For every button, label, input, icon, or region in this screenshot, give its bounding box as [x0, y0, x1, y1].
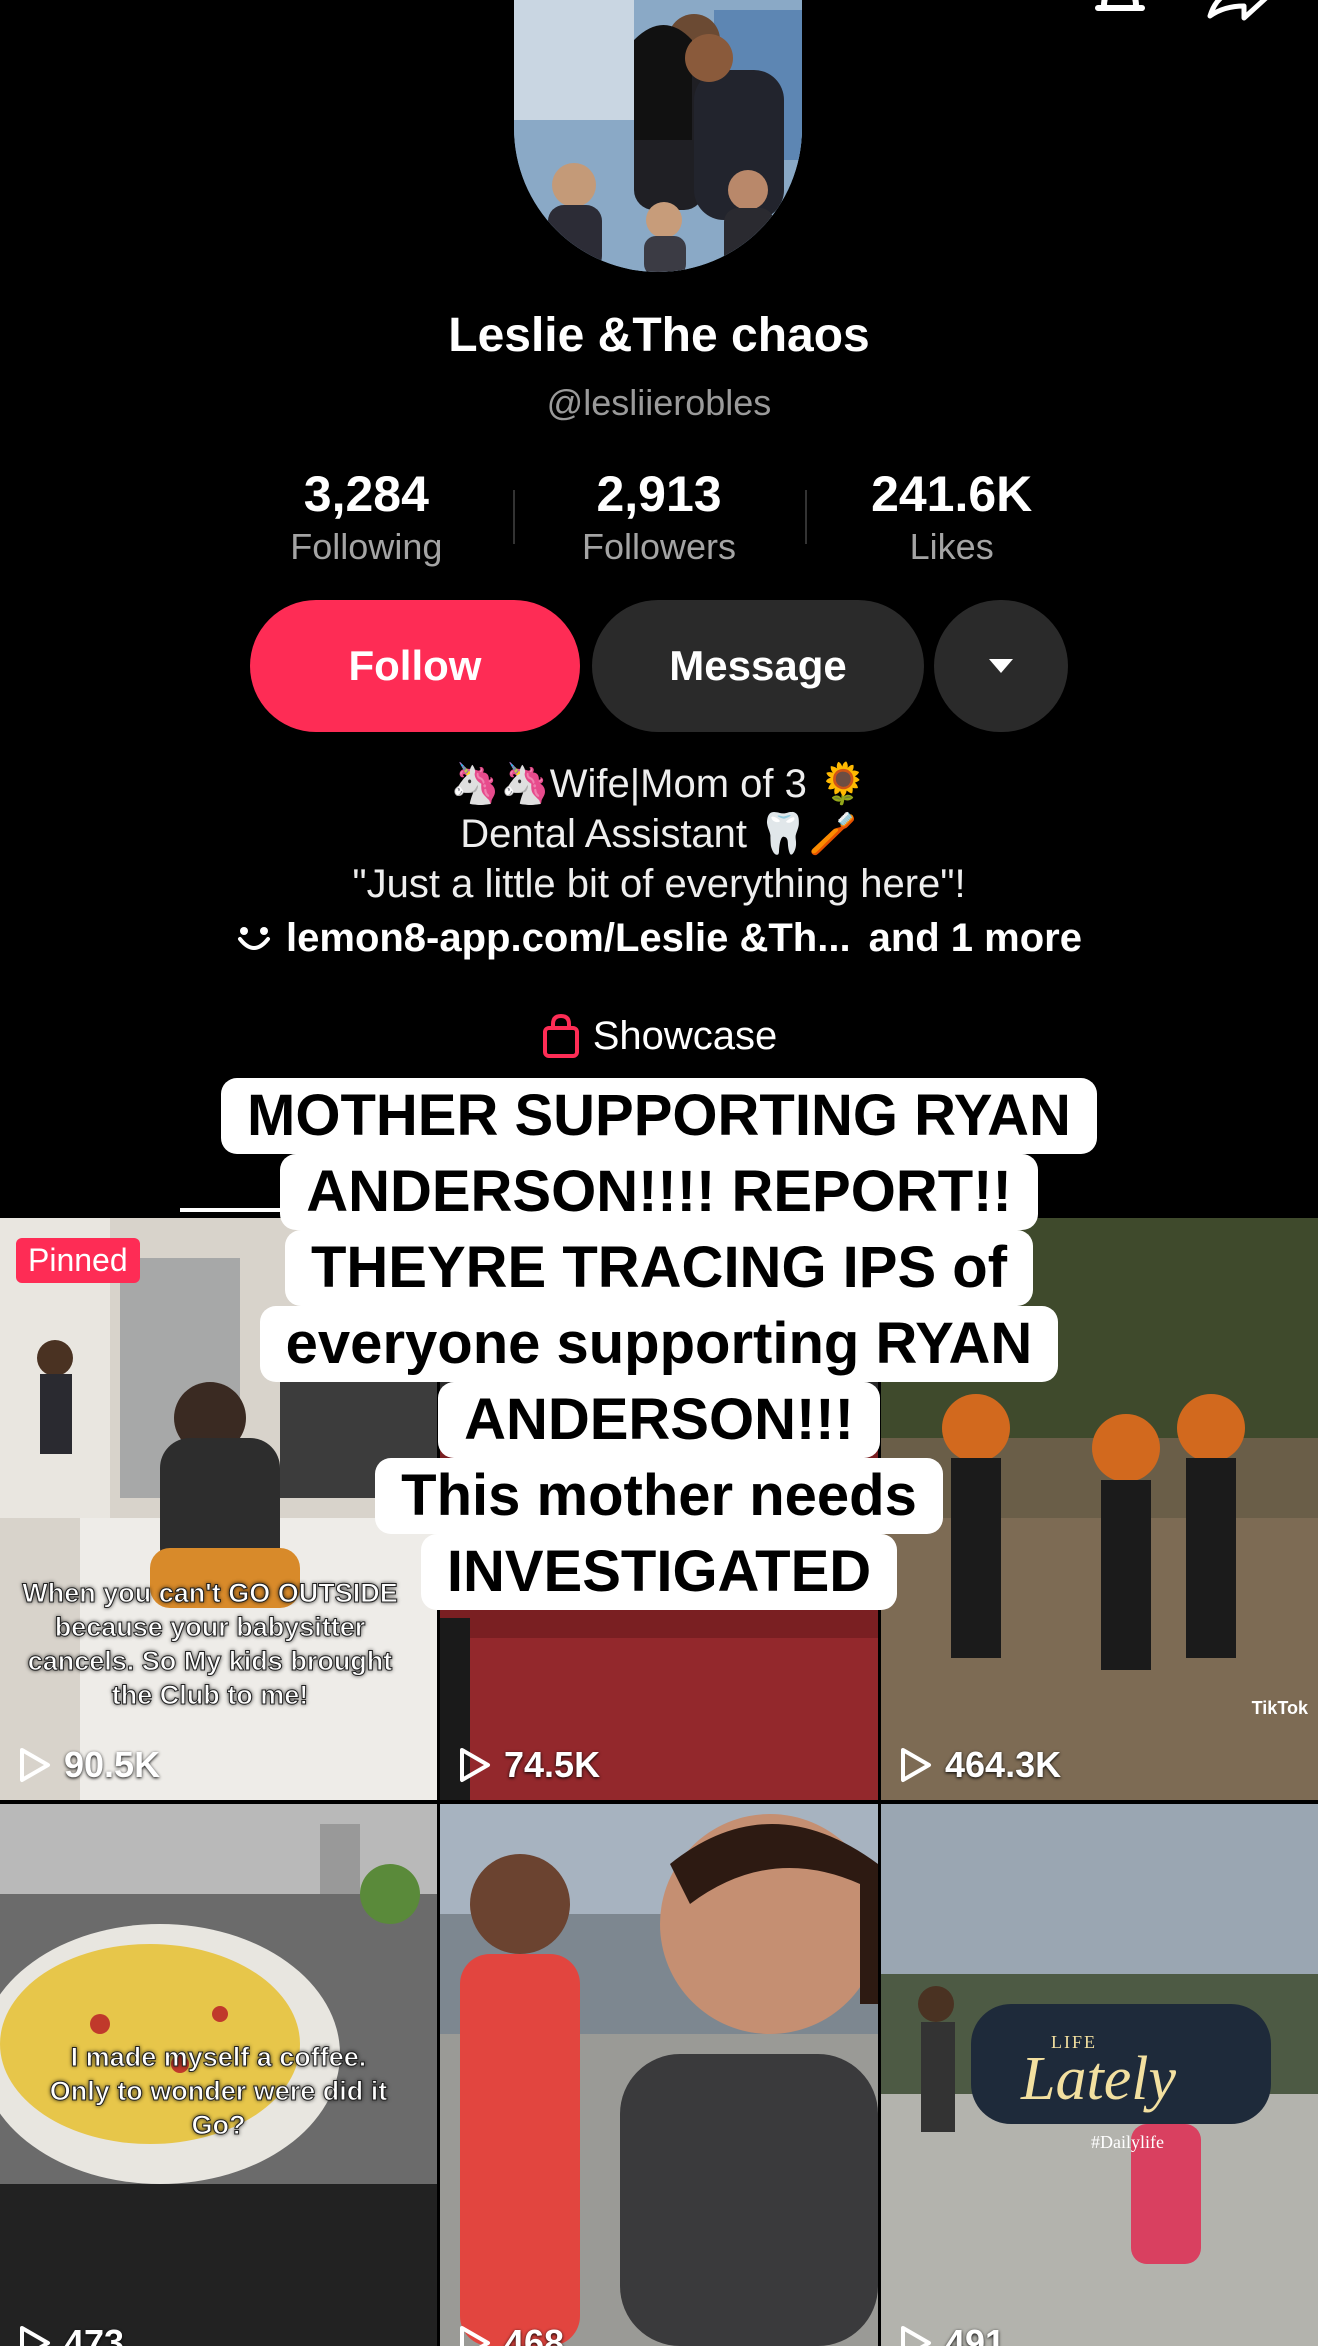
- play-icon: [20, 1748, 50, 1782]
- caret-down-icon: [989, 659, 1013, 673]
- overlay-line: THEYRE TRACING IPS of: [284, 1230, 1034, 1306]
- caption-line: I made myself a coffee.: [70, 2042, 367, 2073]
- view-count: 74.5K: [458, 1744, 600, 1786]
- follow-button[interactable]: Follow: [250, 600, 580, 732]
- overlay-line: ANDERSON!!!! REPORT!!: [280, 1154, 1038, 1230]
- stat-followers[interactable]: 2,913 Followers: [512, 462, 806, 572]
- view-count-value: 464.3K: [945, 1744, 1062, 1785]
- stat-value: 3,284: [303, 466, 429, 522]
- caption-line: the Club to me!: [111, 1680, 309, 1711]
- view-count-value: 473: [64, 2322, 125, 2346]
- view-count-value: 74.5K: [504, 1744, 601, 1785]
- video-tile[interactable]: LIFE Lately #Dailylife 491: [881, 1804, 1318, 2346]
- profile-name: Leslie &The chaos: [448, 309, 870, 362]
- profile-handle: @lesliierobles: [546, 382, 772, 423]
- bio-line-3: "Just a little bit of everything here"!: [352, 862, 966, 906]
- play-icon: [901, 1748, 931, 1782]
- overlay-line: INVESTIGATED: [420, 1534, 898, 1610]
- play-icon: [460, 1748, 490, 1782]
- avatar-illustration: [514, 0, 802, 272]
- avatar: [514, 0, 802, 272]
- caption-line: cancels. So My kids brought: [27, 1646, 393, 1677]
- view-count-value: 468: [504, 2322, 565, 2346]
- overlay-line: everyone supporting RYAN: [259, 1306, 1059, 1382]
- view-count-value: 90.5K: [64, 1744, 161, 1785]
- overlay-text: MOTHER SUPPORTING RYAN ANDERSON!!!! REPO…: [180, 1078, 1138, 1610]
- link-icon: [238, 927, 271, 951]
- stat-value: 241.6K: [871, 466, 1033, 522]
- video-tile[interactable]: 468: [440, 1804, 878, 2346]
- share-icon[interactable]: [1204, 0, 1270, 26]
- play-icon: [901, 2326, 931, 2346]
- overlay-line: ANDERSON!!!: [438, 1382, 880, 1458]
- bell-icon[interactable]: [1092, 0, 1148, 26]
- video-caption: I made myself a coffee. Only to wonder w…: [10, 2040, 427, 2142]
- tiktok-watermark: TikTok: [1251, 1698, 1308, 1718]
- life-lately-subtitle: #Dailylife: [1091, 2132, 1164, 2152]
- view-count-value: 491: [945, 2322, 1006, 2346]
- stat-value: 2,913: [596, 466, 722, 522]
- stat-following[interactable]: 3,284 Following: [220, 462, 513, 572]
- link-text[interactable]: lemon8-app.com/Leslie &Th...: [286, 916, 851, 960]
- view-count: 491: [899, 2322, 1005, 2346]
- link-more[interactable]: and 1 more: [869, 916, 1082, 960]
- stat-likes[interactable]: 241.6K Likes: [805, 462, 1098, 572]
- play-icon: [20, 2326, 50, 2346]
- view-count: 464.3K: [899, 1744, 1061, 1786]
- play-icon: [460, 2326, 490, 2346]
- view-count: 468: [458, 2322, 564, 2346]
- bio-link[interactable]: lemon8-app.com/Leslie &Th... and 1 more: [0, 916, 1318, 961]
- video-tile[interactable]: I made myself a coffee. Only to wonder w…: [0, 1804, 437, 2346]
- message-button[interactable]: Message: [592, 600, 924, 732]
- pinned-badge: Pinned: [16, 1238, 140, 1283]
- view-count: 90.5K: [18, 1744, 160, 1786]
- stat-label: Likes: [909, 526, 994, 567]
- overlay-line: MOTHER SUPPORTING RYAN: [221, 1078, 1097, 1154]
- shopping-bag-icon: [542, 1014, 579, 1059]
- caption-line: Only to wonder were did it: [49, 2076, 388, 2107]
- stat-label: Following: [290, 526, 443, 567]
- bio-line-1: 🦄🦄Wife|Mom of 3 🌻: [450, 762, 868, 806]
- caption-line: because your babysitter: [54, 1612, 366, 1643]
- stat-divider: [512, 490, 515, 544]
- profile-stats: 3,284 Following 2,913 Followers 241.6K L…: [220, 462, 1098, 572]
- more-options-button[interactable]: [934, 600, 1068, 732]
- life-lately-title: Lately: [1021, 2045, 1176, 2113]
- caption-line: Go?: [191, 2110, 246, 2141]
- overlay-line: This mother needs: [375, 1458, 943, 1534]
- back-icon[interactable]: [56, 0, 100, 24]
- stat-label: Followers: [581, 526, 737, 567]
- video-thumbnail: [440, 1804, 878, 2346]
- showcase-link[interactable]: Showcase: [0, 1012, 1318, 1059]
- stat-divider: [805, 490, 808, 544]
- view-count: 473: [18, 2322, 124, 2346]
- showcase-label: Showcase: [592, 1013, 778, 1058]
- bio-line-2: Dental Assistant 🦷🪥: [460, 812, 858, 856]
